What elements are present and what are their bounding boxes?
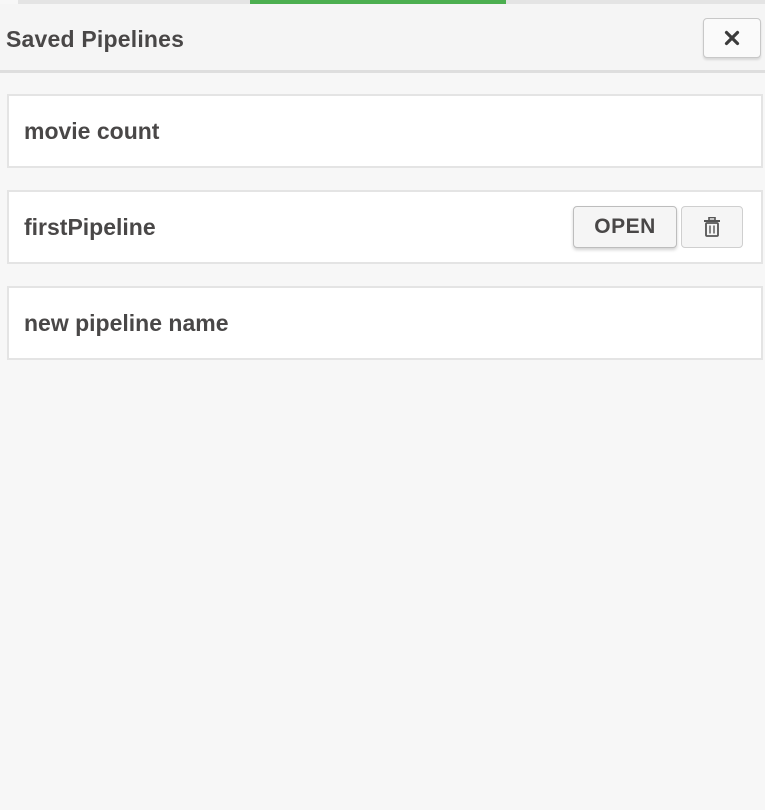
trash-icon	[703, 217, 721, 237]
saved-pipelines-header: Saved Pipelines	[0, 4, 765, 73]
delete-pipeline-button[interactable]	[681, 206, 743, 248]
panel-title: Saved Pipelines	[6, 26, 185, 52]
pipeline-card-firstpipeline[interactable]: firstPipeline OPEN	[7, 190, 763, 264]
close-icon	[724, 30, 740, 46]
pipeline-card-movie-count[interactable]: movie count	[7, 94, 763, 168]
open-pipeline-button[interactable]: OPEN	[573, 206, 677, 248]
close-button[interactable]	[703, 18, 761, 58]
pipeline-card-new-pipeline-name[interactable]: new pipeline name	[7, 286, 763, 360]
pipeline-name: new pipeline name	[24, 310, 229, 336]
pipeline-name: firstPipeline	[24, 214, 156, 240]
pipeline-name: movie count	[24, 118, 160, 144]
